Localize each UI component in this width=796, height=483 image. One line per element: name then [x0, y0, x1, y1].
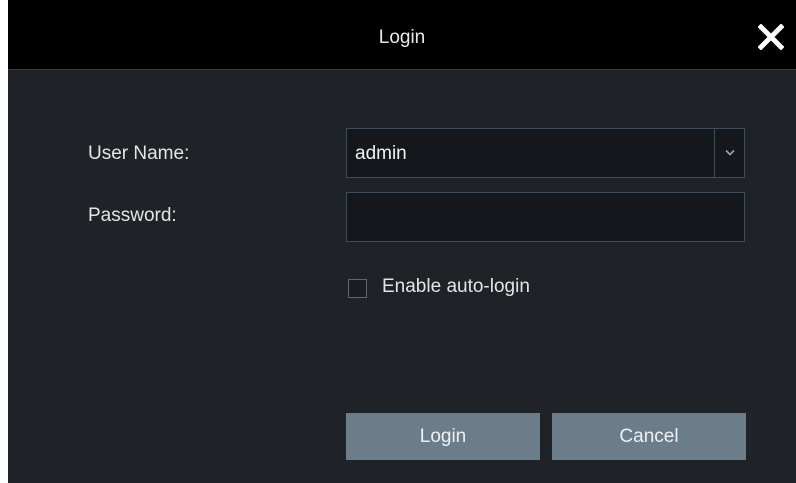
chevron-down-icon: [725, 149, 735, 156]
username-dropdown-button[interactable]: [714, 129, 744, 177]
dialog-title: Login: [378, 27, 426, 48]
close-icon: [758, 24, 784, 50]
auto-login-checkbox[interactable]: [348, 279, 367, 298]
password-label: Password:: [88, 205, 177, 226]
username-label: User Name:: [88, 143, 190, 164]
login-dialog: Login User Name: admin Password: Enable …: [8, 0, 796, 483]
username-select[interactable]: admin: [346, 128, 745, 178]
cancel-button[interactable]: Cancel: [552, 413, 746, 460]
username-value: admin: [355, 143, 407, 164]
title-bar: Login: [8, 0, 796, 70]
password-field-box: [346, 192, 745, 242]
auto-login-label[interactable]: Enable auto-login: [382, 276, 530, 298]
password-input[interactable]: [347, 193, 744, 241]
login-button[interactable]: Login: [346, 413, 540, 460]
close-button[interactable]: [758, 24, 784, 50]
